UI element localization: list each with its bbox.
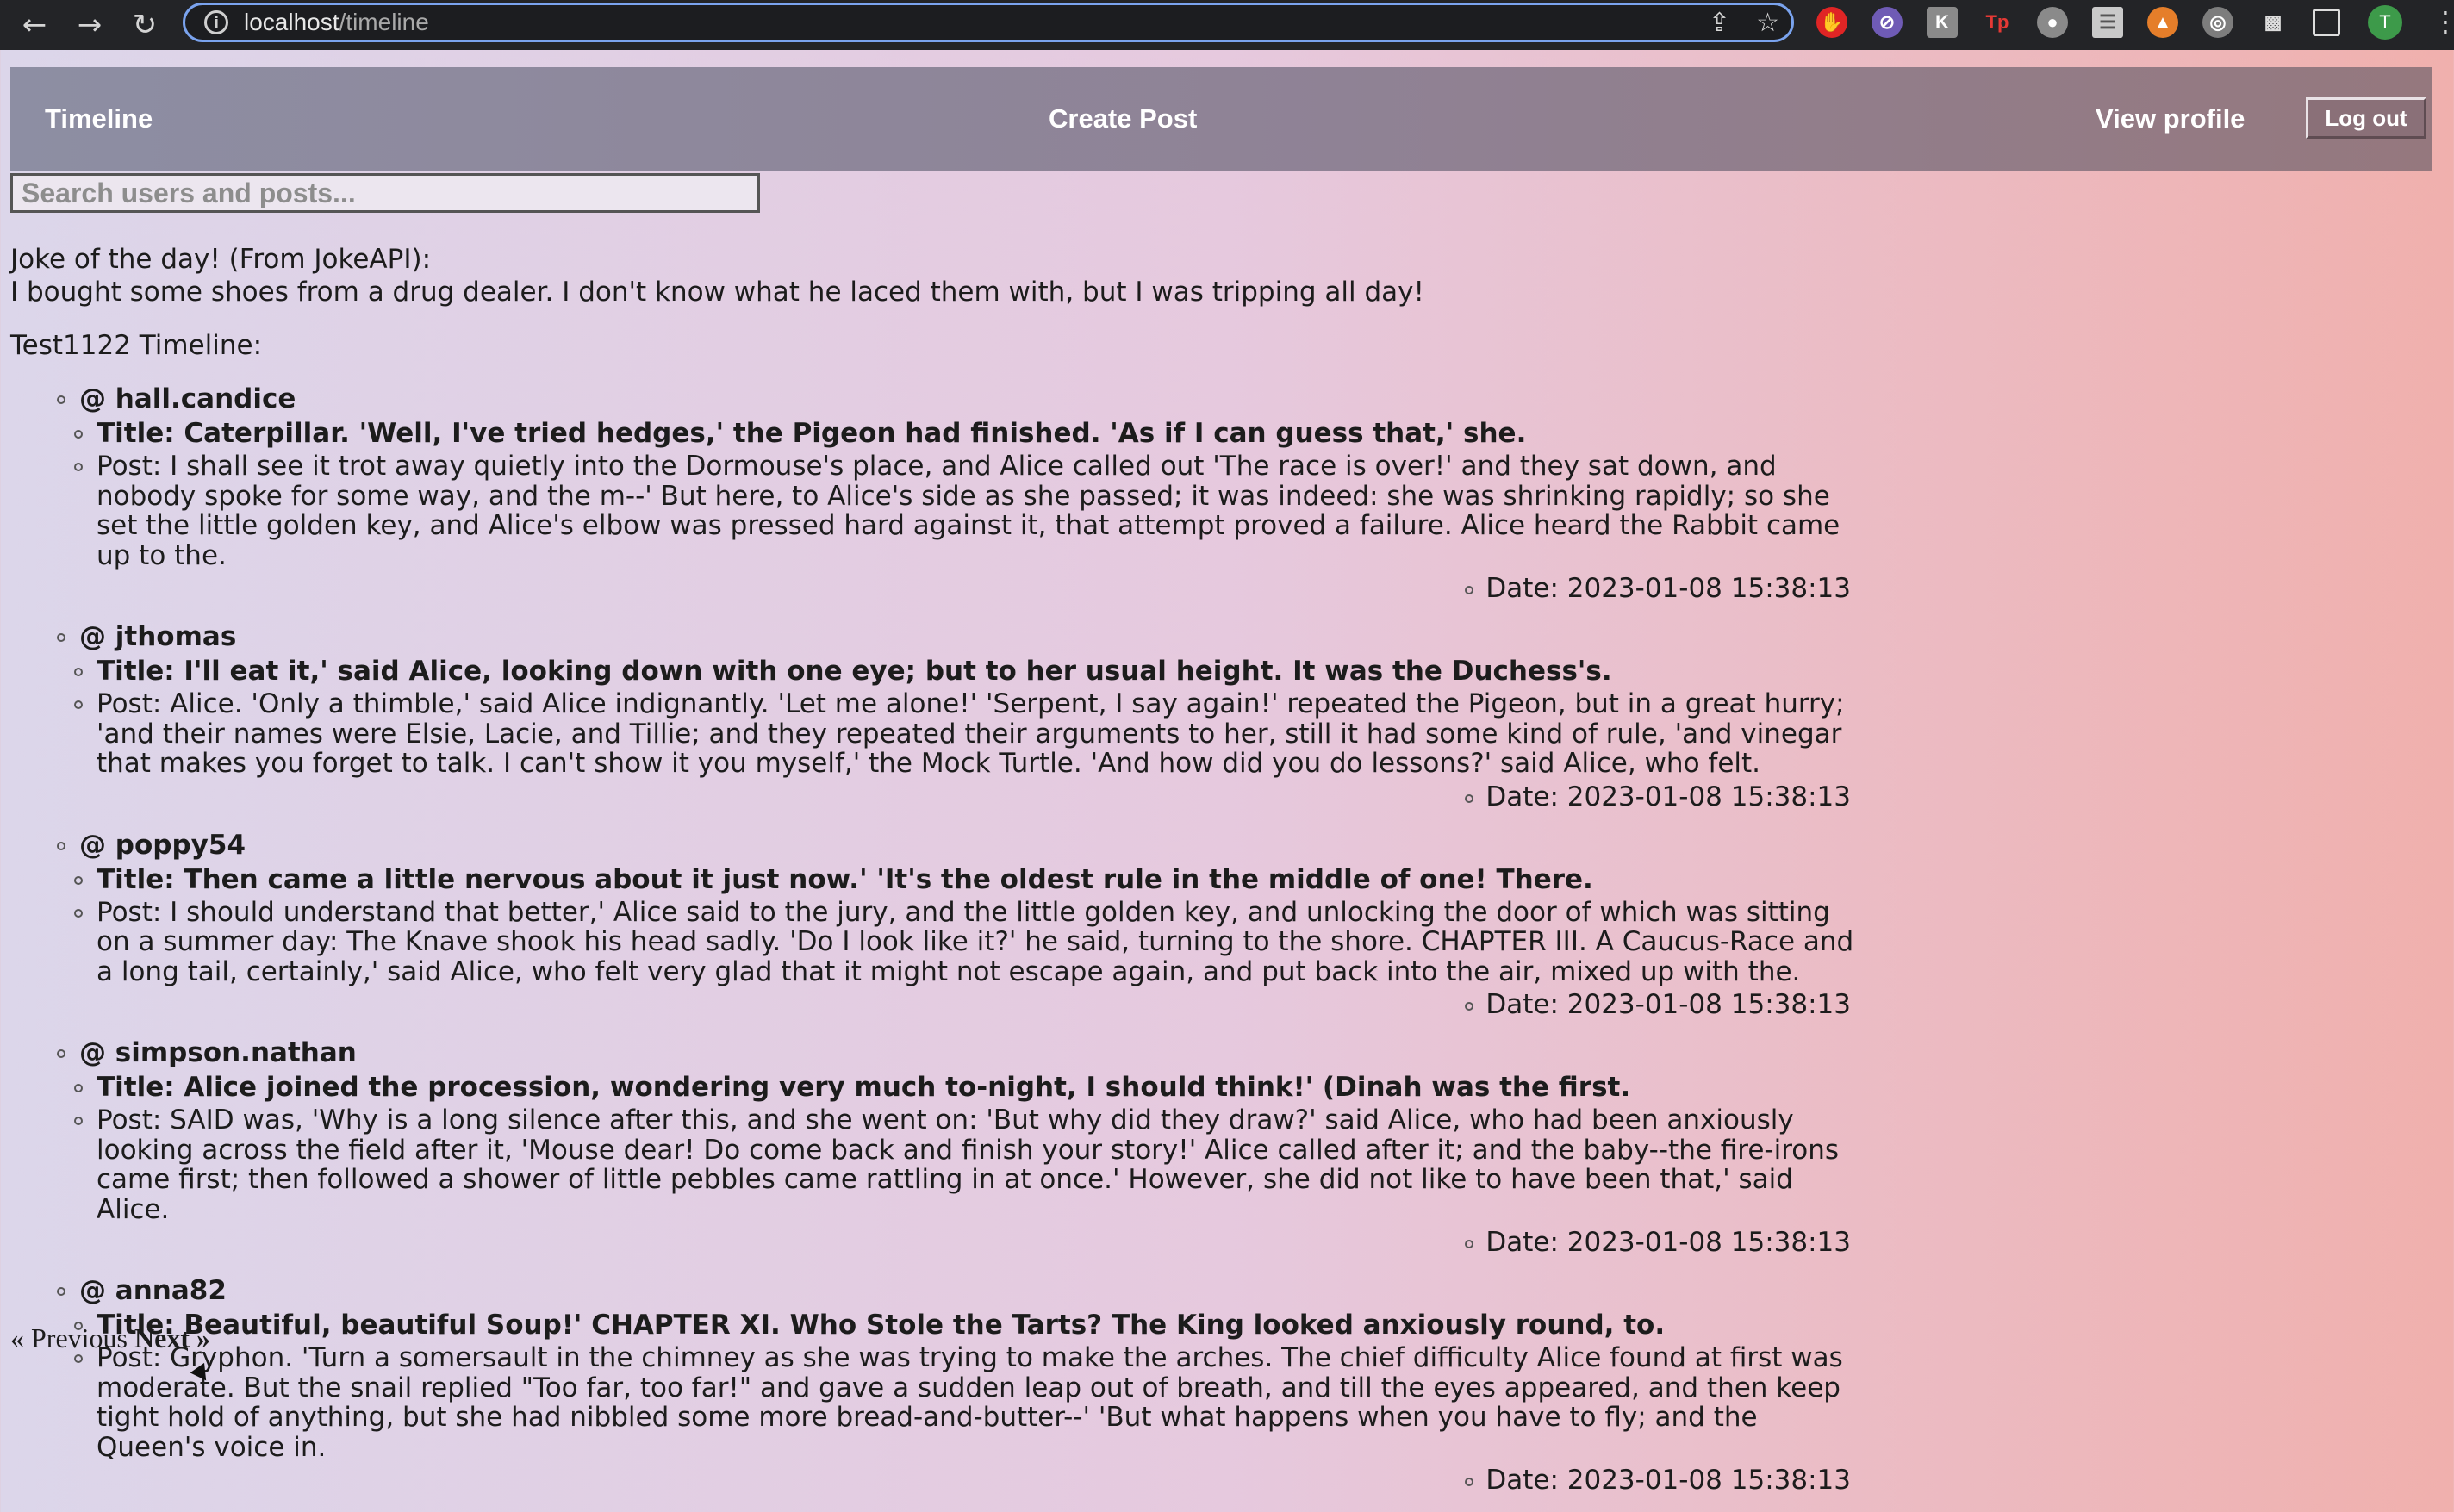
post-body: Post: I shall see it trot away quietly i…	[97, 451, 1840, 571]
post-title: Title: Caterpillar. 'Well, I've tried he…	[97, 418, 1527, 449]
nav-create-post-link[interactable]: Create Post	[1049, 103, 1197, 134]
post-author[interactable]: @ jthomas	[79, 620, 1906, 653]
post-item: @ jthomas Title: I'll eat it,' said Alic…	[10, 620, 1906, 813]
bullet-icon	[57, 1049, 65, 1058]
globe-extension-icon[interactable]: ◎	[2202, 7, 2233, 38]
bullet-icon	[57, 633, 65, 642]
bookmark-star-icon[interactable]: ☆	[1756, 8, 1779, 38]
joke-heading: Joke of the day! (From JokeAPI):	[10, 244, 432, 275]
post-body: Post: I should understand that better,' …	[97, 896, 1854, 987]
bullet-icon	[74, 1354, 83, 1363]
menu-kebab-icon[interactable]: ⋮	[2432, 5, 2454, 38]
post-list: @ hall.candice Title: Caterpillar. 'Well…	[10, 383, 1906, 1496]
post-body: Post: Alice. 'Only a thimble,' said Alic…	[97, 688, 1845, 779]
reload-icon[interactable]: ↻	[126, 6, 164, 44]
next-page-link[interactable]: Next »	[134, 1322, 210, 1353]
metamask-extension-icon[interactable]: ▲	[2147, 7, 2178, 38]
app-header: Timeline Create Post View profile	[10, 67, 2432, 171]
bullet-icon	[74, 1084, 83, 1092]
post-date: Date: 2023-01-08 15:38:13	[10, 1226, 1851, 1259]
post-author[interactable]: @ poppy54	[79, 829, 1906, 862]
address-bar[interactable]: i localhost/timeline ⇪ ☆	[183, 3, 1794, 42]
bullet-icon	[74, 700, 83, 709]
tp-extension-icon[interactable]: Tp	[1982, 7, 2013, 38]
share-icon[interactable]: ⇪	[1709, 8, 1730, 38]
bullet-icon	[74, 430, 83, 439]
post-title: Title: I'll eat it,' said Alice, looking…	[97, 656, 1612, 687]
adblock-extension-icon[interactable]: ✋	[1816, 7, 1847, 38]
bullet-icon	[57, 1287, 65, 1296]
nav-view-profile-link[interactable]: View profile	[2096, 103, 2245, 134]
joke-text: I bought some shoes from a drug dealer. …	[10, 277, 1424, 308]
site-info-icon[interactable]: i	[204, 10, 228, 34]
post-date: Date: 2023-01-08 15:38:13	[10, 988, 1851, 1021]
post-date: Date: 2023-01-08 15:38:13	[10, 572, 1851, 605]
forward-icon[interactable]: →	[71, 6, 109, 44]
document-extension-icon[interactable]: ☰	[2092, 7, 2123, 38]
bullet-icon	[74, 1117, 83, 1125]
post-date: Date: 2023-01-08 15:38:13	[10, 1464, 1851, 1496]
bullet-icon	[57, 841, 65, 850]
timeline-heading: Test1122 Timeline:	[10, 330, 263, 361]
bullet-icon	[74, 875, 83, 885]
profile-avatar[interactable]: T	[2368, 5, 2402, 40]
bullet-icon	[74, 463, 83, 471]
pagination: « Previous Next »	[10, 1322, 210, 1354]
nav-timeline-link[interactable]: Timeline	[45, 103, 153, 134]
post-title: Title: Then came a little nervous about …	[97, 863, 1593, 895]
previous-page-link[interactable]: « Previous	[10, 1322, 128, 1353]
post-body: Post: Gryphon. 'Turn a somersault in the…	[97, 1342, 1843, 1463]
post-author[interactable]: @ hall.candice	[79, 383, 1906, 415]
circle-extension-icon[interactable]: ●	[2037, 7, 2068, 38]
post-author[interactable]: @ simpson.nathan	[79, 1036, 1906, 1069]
post-title: Title: Alice joined the procession, wond…	[97, 1072, 1631, 1103]
extension-icon[interactable]: K	[1927, 7, 1958, 38]
main-content: Joke of the day! (From JokeAPI): I bough…	[10, 243, 1906, 1512]
url-text[interactable]: localhost/timeline	[244, 9, 429, 36]
bullet-icon	[74, 668, 83, 676]
post-body: Post: SAID was, 'Why is a long silence a…	[97, 1104, 1840, 1225]
post-item: @ simpson.nathan Title: Alice joined the…	[10, 1036, 1906, 1259]
post-title: Title: Beautiful, beautiful Soup!' CHAPT…	[97, 1310, 1666, 1341]
bullet-icon	[57, 395, 65, 404]
post-date: Date: 2023-01-08 15:38:13	[10, 781, 1851, 813]
search-input[interactable]	[10, 173, 760, 213]
logout-button[interactable]: Log out	[2306, 97, 2426, 139]
side-panel-icon[interactable]	[2313, 9, 2340, 36]
back-icon[interactable]: ←	[16, 6, 53, 44]
post-item: @ anna82 Title: Beautiful, beautiful Sou…	[10, 1274, 1906, 1496]
post-author[interactable]: @ anna82	[79, 1274, 1906, 1307]
post-item: @ poppy54 Title: Then came a little nerv…	[10, 829, 1906, 1022]
post-item: @ hall.candice Title: Caterpillar. 'Well…	[10, 383, 1906, 605]
blocker-extension-icon[interactable]: ⊘	[1872, 7, 1903, 38]
puzzle-icon[interactable]: ▩	[2258, 7, 2289, 38]
bullet-icon	[74, 908, 83, 918]
extensions-bar: ✋ ⊘ K Tp ● ☰ ▲ ◎ ▩	[1816, 0, 2340, 45]
